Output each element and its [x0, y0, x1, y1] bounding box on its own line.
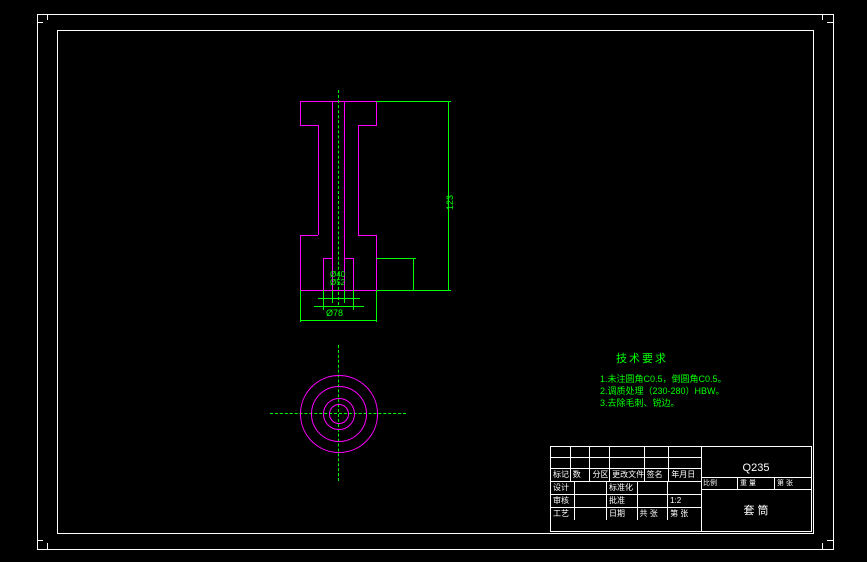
tech-req-title: 技术要求 — [616, 350, 668, 366]
front-view-edge — [358, 235, 377, 236]
tb-label: 工艺 — [551, 508, 575, 520]
dim-ext-line — [376, 290, 377, 322]
tb-label: 第 张 — [775, 478, 811, 490]
dim-value-bore2: Ø52 — [330, 278, 345, 287]
front-view-edge — [358, 125, 377, 126]
tb-label: 共 张 — [638, 508, 669, 520]
dim-line — [413, 258, 414, 291]
front-view-edge — [376, 235, 377, 290]
frame-tick — [47, 14, 48, 20]
front-view-edge — [300, 101, 301, 125]
dim-ext-line — [300, 290, 301, 322]
frame-tick — [822, 14, 823, 20]
dim-line — [318, 298, 360, 299]
tech-req-line: 3.去除毛刺、锐边。 — [600, 396, 680, 409]
tb-label: 标记 — [551, 469, 571, 481]
front-view-edge — [318, 125, 319, 235]
tb-label: 比例 — [701, 478, 738, 490]
frame-tick — [37, 22, 43, 23]
titleblock-partname: 套 筒 — [701, 489, 811, 531]
tb-label: 日期 — [607, 508, 638, 520]
tb-label: 设计 — [551, 482, 575, 494]
tb-label: 1:2 — [668, 495, 701, 507]
tb-label: 更改文件 — [610, 469, 644, 481]
tb-label: 重 量 — [738, 478, 775, 490]
front-view-edge — [376, 101, 377, 125]
tb-label: 批准 — [607, 495, 638, 507]
titleblock: Q235 套 筒 标记 数 — [550, 446, 812, 532]
dim-ext-line — [376, 101, 451, 102]
frame-tick — [37, 540, 43, 541]
tb-label: 标准化 — [607, 482, 638, 494]
dim-ext-line — [376, 258, 416, 259]
tb-label: 签名 — [645, 469, 670, 481]
tb-label: 年月日 — [669, 469, 701, 481]
front-view-edge — [358, 125, 359, 235]
dim-value-outer-dia: Ø78 — [326, 308, 343, 318]
frame-tick — [827, 540, 833, 541]
tb-label: 数 — [571, 469, 591, 481]
front-view-bore-edge — [344, 101, 345, 290]
bottom-view-inner-circle-2 — [329, 404, 349, 424]
dim-ext-line — [332, 290, 333, 303]
front-view-bore-edge — [323, 258, 333, 259]
front-view-bore-edge — [353, 258, 354, 290]
frame-tick — [47, 543, 48, 549]
tb-label: 审核 — [551, 495, 575, 507]
front-view-bore-edge — [332, 101, 333, 290]
front-view-edge — [300, 235, 318, 236]
front-view-edge — [300, 235, 301, 290]
frame-tick — [822, 543, 823, 549]
dim-line — [314, 306, 364, 307]
frame-tick — [827, 22, 833, 23]
dim-ext-line — [344, 290, 345, 303]
tb-label: 第 张 — [668, 508, 701, 520]
dim-ext-line — [323, 290, 324, 310]
tb-label: 分区 — [590, 469, 610, 481]
front-view-bore-edge — [323, 258, 324, 290]
dim-line — [300, 320, 377, 321]
front-view-bore-edge — [344, 258, 354, 259]
front-view-edge — [300, 125, 318, 126]
dim-value-height: 123 — [445, 195, 455, 210]
dim-ext-line — [353, 290, 354, 310]
